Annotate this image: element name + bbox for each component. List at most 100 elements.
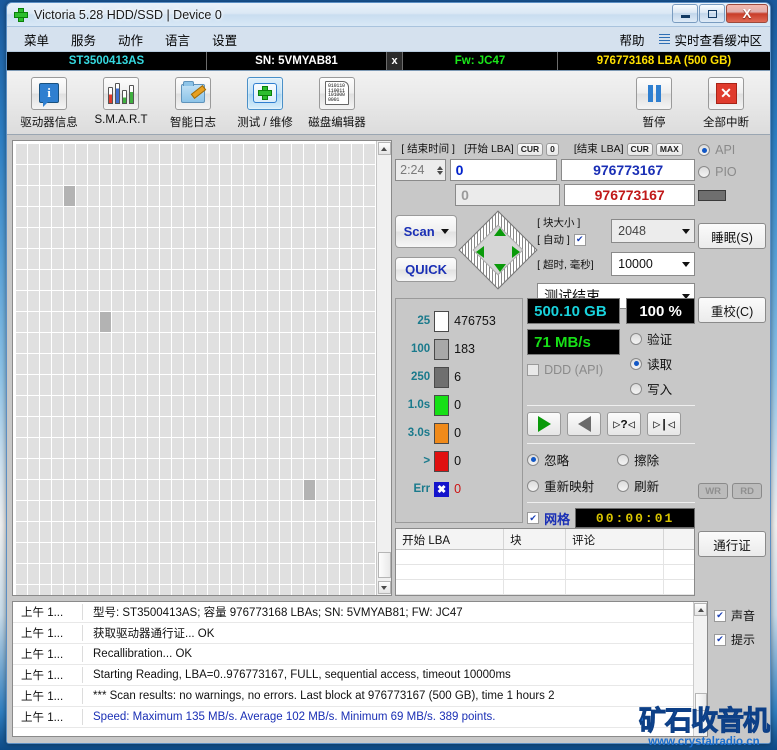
table-row[interactable] <box>396 565 695 580</box>
map-block[interactable] <box>147 354 160 374</box>
map-block[interactable] <box>339 186 351 206</box>
map-block[interactable] <box>267 375 280 395</box>
map-block[interactable] <box>99 144 112 164</box>
map-block[interactable] <box>207 291 220 311</box>
map-block[interactable] <box>327 522 339 542</box>
map-block[interactable] <box>99 165 112 185</box>
map-block[interactable] <box>51 543 64 563</box>
map-block[interactable] <box>111 291 124 311</box>
map-block[interactable] <box>255 249 268 269</box>
mode-write[interactable]: 写入 <box>630 379 695 398</box>
map-block[interactable] <box>327 585 339 595</box>
map-block[interactable] <box>16 543 28 563</box>
map-block[interactable] <box>231 333 244 353</box>
map-block[interactable] <box>51 333 64 353</box>
map-block[interactable] <box>315 312 327 332</box>
map-block[interactable] <box>207 459 220 479</box>
log-row[interactable]: 上午 1... 获取驱动器通行证... OK <box>13 623 707 644</box>
map-block[interactable] <box>51 144 64 164</box>
map-block[interactable] <box>267 480 280 500</box>
map-block[interactable] <box>255 228 268 248</box>
map-block[interactable] <box>291 543 304 563</box>
map-block[interactable] <box>327 312 339 332</box>
map-block[interactable] <box>279 249 292 269</box>
map-block[interactable] <box>159 207 172 227</box>
map-block[interactable] <box>303 312 316 332</box>
map-block[interactable] <box>51 186 64 206</box>
map-block[interactable] <box>243 417 256 437</box>
map-block[interactable] <box>219 333 232 353</box>
map-block[interactable] <box>16 354 28 374</box>
map-block[interactable] <box>291 270 304 290</box>
map-block[interactable] <box>339 312 351 332</box>
map-block[interactable] <box>195 228 208 248</box>
map-block[interactable] <box>63 207 76 227</box>
map-block[interactable] <box>351 501 363 521</box>
map-block[interactable] <box>327 228 339 248</box>
map-block[interactable] <box>99 228 112 248</box>
map-block[interactable] <box>123 501 136 521</box>
map-block[interactable] <box>99 564 112 584</box>
sleep-button[interactable]: 睡眠(S) <box>698 223 766 249</box>
map-block[interactable] <box>87 501 100 521</box>
map-block[interactable] <box>279 522 292 542</box>
map-block[interactable] <box>351 438 363 458</box>
map-block[interactable] <box>123 312 136 332</box>
map-block[interactable] <box>363 459 375 479</box>
map-block[interactable] <box>123 459 136 479</box>
map-block[interactable] <box>219 543 232 563</box>
map-block[interactable] <box>159 333 172 353</box>
map-block[interactable] <box>195 480 208 500</box>
map-block[interactable] <box>219 522 232 542</box>
map-block[interactable] <box>351 564 363 584</box>
map-block[interactable] <box>327 480 339 500</box>
map-block[interactable] <box>279 207 292 227</box>
map-block[interactable] <box>39 165 52 185</box>
map-block[interactable] <box>291 249 304 269</box>
map-block[interactable] <box>195 270 208 290</box>
map-block[interactable] <box>75 396 88 416</box>
nav-right-icon[interactable] <box>512 246 521 258</box>
map-block[interactable] <box>63 564 76 584</box>
map-block[interactable] <box>39 270 52 290</box>
map-block[interactable] <box>16 207 28 227</box>
map-block[interactable] <box>111 354 124 374</box>
table-row[interactable] <box>396 580 695 595</box>
map-block[interactable] <box>363 522 375 542</box>
map-block[interactable] <box>27 207 40 227</box>
map-block[interactable] <box>16 375 28 395</box>
map-block[interactable] <box>303 375 316 395</box>
map-block[interactable] <box>27 459 40 479</box>
block-size-select[interactable]: 2048 <box>611 219 696 243</box>
map-block[interactable] <box>51 270 64 290</box>
map-block[interactable] <box>315 438 327 458</box>
map-block[interactable] <box>339 396 351 416</box>
map-block[interactable] <box>267 543 280 563</box>
map-block[interactable] <box>99 585 112 595</box>
map-block[interactable] <box>39 207 52 227</box>
map-block[interactable] <box>99 417 112 437</box>
map-block[interactable] <box>111 228 124 248</box>
rd-button[interactable]: RD <box>732 483 763 499</box>
map-block[interactable] <box>63 312 76 332</box>
map-block[interactable] <box>231 144 244 164</box>
map-block[interactable] <box>243 165 256 185</box>
map-block[interactable] <box>291 417 304 437</box>
map-block[interactable] <box>279 186 292 206</box>
map-block[interactable] <box>63 270 76 290</box>
map-block[interactable] <box>63 522 76 542</box>
log-row[interactable]: 上午 1... 型号: ST3500413AS; 容量 976773168 LB… <box>13 602 707 623</box>
map-block[interactable] <box>327 543 339 563</box>
map-block[interactable] <box>87 312 100 332</box>
map-block[interactable] <box>219 375 232 395</box>
map-block[interactable] <box>123 438 136 458</box>
map-block[interactable] <box>123 270 136 290</box>
action-erase[interactable]: 擦除 <box>617 450 695 469</box>
map-block[interactable] <box>159 438 172 458</box>
map-block[interactable] <box>16 459 28 479</box>
map-block[interactable] <box>219 501 232 521</box>
map-block[interactable] <box>51 207 64 227</box>
map-block[interactable] <box>351 291 363 311</box>
map-block[interactable] <box>231 543 244 563</box>
map-block[interactable] <box>183 144 196 164</box>
